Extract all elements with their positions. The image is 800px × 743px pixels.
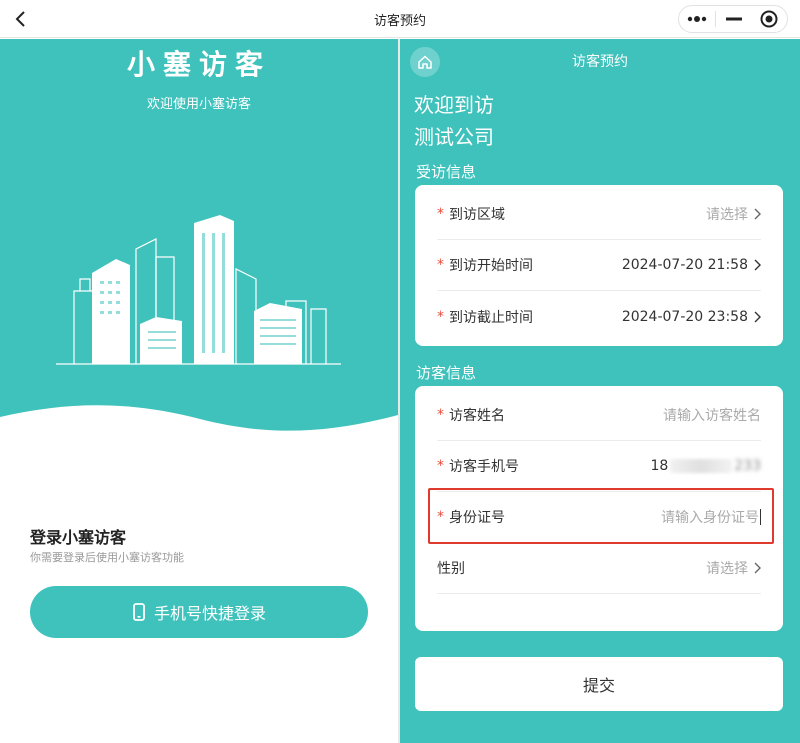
visit-area-select-text: 请选择 [706, 207, 748, 223]
visitor-info-section-title: 访客信息 [416, 364, 477, 382]
company-name: 测试公司 [414, 125, 494, 149]
required-mark: * [437, 458, 444, 474]
gender-row[interactable]: 性别 请选择 [437, 543, 761, 594]
phone-suffix: 233 [734, 458, 761, 474]
gender-label: 性别 [437, 561, 465, 577]
gender-select-text: 请选择 [706, 561, 748, 577]
login-title: 登录小塞访客 [30, 528, 127, 547]
required-mark: * [437, 407, 444, 423]
visit-start-time-label: 到访开始时间 [449, 258, 533, 274]
chevron-right-icon [754, 208, 761, 220]
phone-prefix: 18 [650, 458, 669, 474]
brand-title: 小塞访客 [126, 48, 271, 81]
city-skyline-illustration [56, 215, 341, 365]
visitor-info-card: * 访客姓名 请输入访客姓名 * 访客手机号 18 233 * 身份证号 请输入… [415, 386, 783, 631]
redacted-digits [670, 459, 733, 473]
visit-end-time-value: 2024-07-20 23:58 [622, 309, 761, 325]
id-number-input[interactable]: 请输入身份证号 [661, 507, 761, 527]
id-number-placeholder: 请输入身份证号 [661, 510, 759, 526]
visit-info-card: * 到访区域 请选择 * 到访开始时间 2024-07-20 21:58 * 到… [415, 185, 783, 346]
visitor-name-label: 访客姓名 [449, 408, 505, 424]
id-number-label: 身份证号 [449, 510, 505, 526]
brand-subtitle: 欢迎使用小塞访客 [146, 97, 251, 112]
visit-end-time-text: 2024-07-20 23:58 [621, 308, 748, 325]
id-number-row: * 身份证号 请输入身份证号 [437, 492, 761, 543]
phone-login-button[interactable]: 手机号快捷登录 [30, 586, 368, 638]
chevron-right-icon [754, 311, 761, 322]
more-button[interactable] [679, 6, 715, 32]
visit-area-label: 到访区域 [449, 207, 505, 223]
visitor-phone-input[interactable]: 18 233 [650, 458, 761, 474]
hero-banner: 小塞访客 欢迎使用小塞访客 [0, 39, 398, 463]
minimize-icon [725, 17, 742, 21]
text-cursor [760, 509, 761, 525]
login-subtitle: 你需要登录后使用小塞访客功能 [30, 551, 184, 564]
required-mark: * [437, 509, 444, 525]
visitor-phone-row: * 访客手机号 18 233 [437, 441, 761, 492]
login-panel: 小塞访客 欢迎使用小塞访客 登录小塞访客 你需要登录后使用小塞访客功能 手机号快… [0, 39, 398, 743]
visitor-name-input[interactable]: 请输入访客姓名 [663, 405, 761, 425]
wave-decoration [0, 405, 398, 463]
reservation-panel: 访客预约 欢迎到访 测试公司 受访信息 * 到访区域 请选择 * 到访开始时间 … [400, 39, 800, 743]
visit-start-time-text: 2024-07-20 21:58 [621, 257, 748, 273]
visitor-name-row: * 访客姓名 请输入访客姓名 [437, 390, 761, 441]
submit-button[interactable]: 提交 [415, 657, 783, 711]
phone-login-label: 手机号快捷登录 [153, 604, 266, 623]
chevron-right-icon [754, 562, 761, 574]
visit-area-row[interactable]: * 到访区域 请选择 [437, 189, 761, 240]
gender-value: 请选择 [706, 558, 761, 578]
chevron-right-icon [754, 259, 761, 271]
more-dots-icon [687, 16, 707, 22]
close-button[interactable] [751, 6, 787, 32]
reservation-nav-title: 访客预约 [572, 54, 628, 70]
visit-start-time-row[interactable]: * 到访开始时间 2024-07-20 21:58 [437, 240, 761, 291]
title-bar: 访客预约 [0, 0, 800, 38]
close-target-icon [760, 10, 778, 28]
visit-area-value: 请选择 [706, 204, 761, 224]
visit-end-time-label: 到访截止时间 [449, 309, 533, 326]
welcome-line-1: 欢迎到访 [414, 93, 494, 117]
visitor-phone-label: 访客手机号 [449, 459, 519, 475]
phone-icon [133, 603, 145, 621]
required-mark: * [437, 206, 444, 222]
welcome-text: 欢迎到访 测试公司 [414, 89, 494, 153]
visit-start-time-value: 2024-07-20 21:58 [622, 257, 761, 273]
visit-end-time-row[interactable]: * 到访截止时间 2024-07-20 23:58 [437, 291, 761, 342]
minimize-button[interactable] [716, 6, 752, 32]
visit-info-section-title: 受访信息 [416, 163, 477, 181]
capsule-menu [678, 5, 788, 33]
required-mark: * [437, 257, 444, 273]
required-mark: * [437, 308, 444, 325]
